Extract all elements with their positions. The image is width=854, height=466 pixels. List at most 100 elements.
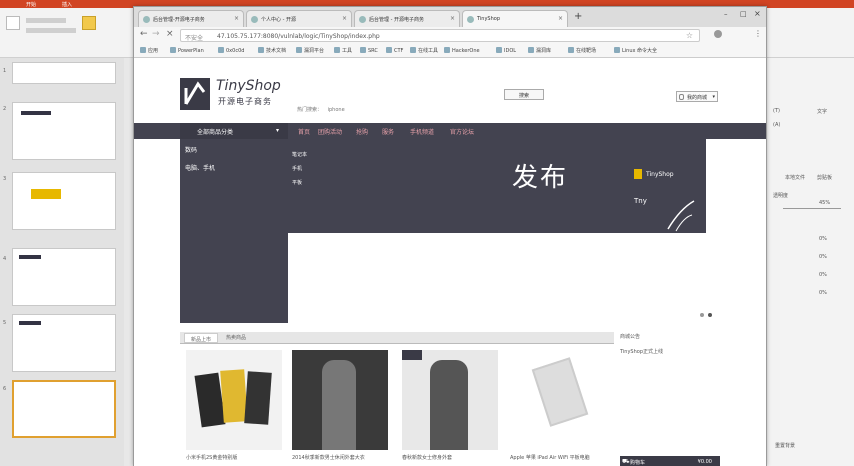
bookmark-item[interactable]: 技术文档 (258, 47, 286, 54)
search-button[interactable]: 搜索 (504, 89, 544, 100)
shop-page: TinyShop 开源电子商务 热门搜索： iphone 搜索 我的商城 ▾ 全… (134, 58, 766, 466)
tab-hot-sales[interactable]: 热卖商品 (220, 334, 252, 341)
close-icon[interactable]: × (450, 15, 455, 22)
browser-tab[interactable]: 后台管理 - 开源电子商务 × (354, 10, 460, 27)
ribbon-font-group[interactable] (26, 18, 66, 23)
bookmark-item[interactable]: 漏洞库 (528, 47, 551, 54)
close-icon[interactable]: × (234, 15, 239, 22)
slide-thumbnail-6[interactable] (12, 380, 116, 438)
nav-group-buy[interactable]: 团购活动 (318, 127, 342, 136)
offset-value[interactable]: 0% (819, 236, 827, 242)
slide-thumbnail-4[interactable] (12, 248, 116, 306)
logo-name[interactable]: TinyShop (216, 78, 281, 94)
bookmark-item[interactable]: CTF (386, 47, 403, 54)
bookmark-item[interactable]: 在线工具 (410, 47, 438, 54)
product-caption[interactable]: 2014秋季新款男士休闲外套大衣 (292, 454, 388, 461)
hot-search-term[interactable]: iphone (328, 107, 345, 113)
bookmark-item[interactable]: SRC (360, 47, 378, 54)
banner-brand: TinyShop (646, 171, 674, 178)
slide-thumbnail-2[interactable] (12, 102, 116, 160)
bookmark-star-icon[interactable]: ☆ (686, 31, 693, 40)
product-image[interactable] (402, 350, 498, 450)
nav-phone-channel[interactable]: 手机频道 (410, 127, 434, 136)
browser-tab-active[interactable]: TinyShop × (462, 10, 568, 27)
slider-dot[interactable] (700, 313, 704, 317)
not-secure-label[interactable]: 不安全 (185, 33, 203, 42)
maximize-icon[interactable]: □ (740, 10, 747, 18)
offset-value[interactable]: 0% (819, 272, 827, 278)
cart-bar[interactable]: ⛟ 购物车 ¥0.00 (620, 456, 720, 466)
bookmark-item[interactable]: Linux 命令大全 (614, 47, 657, 54)
product-card[interactable]: 小米手机2S黄金特别版 (186, 350, 282, 461)
ppt-tab-insert[interactable]: 插入 (62, 1, 72, 8)
paste-icon[interactable] (6, 16, 20, 30)
local-file-button[interactable]: 本地文件 (785, 174, 805, 181)
nav-forum[interactable]: 官方论坛 (450, 127, 474, 136)
url-input[interactable]: 不安全 47.105.75.177:8080/vulnlab/logic/Tin… (180, 29, 700, 42)
nav-home[interactable]: 首页 (298, 127, 310, 136)
offset-value[interactable]: 0% (819, 290, 827, 296)
bookmark-item[interactable]: PowerPlan (170, 47, 204, 54)
ribbon-paragraph-group[interactable] (26, 28, 76, 33)
product-caption[interactable]: Apple 苹果 iPad Air WiFi 平板电脑 (510, 454, 606, 461)
sub-category-item[interactable]: 平板 (292, 179, 302, 186)
bookmark-item[interactable]: 应用 (140, 47, 158, 54)
bookmark-item[interactable]: HackerOne (444, 47, 480, 54)
sub-category-item[interactable]: 笔记本 (292, 151, 307, 158)
product-image[interactable] (510, 350, 606, 450)
tab-favicon-icon (467, 16, 474, 23)
product-caption[interactable]: 小米手机2S黄金特别版 (186, 454, 282, 461)
slide-thumbnail-panel[interactable]: 1 2 3 4 5 6 (0, 58, 124, 466)
bookmark-item[interactable]: IDOL (496, 47, 516, 54)
user-menu-button[interactable]: 我的商城 ▾ (676, 91, 718, 102)
product-card[interactable]: 2014秋季新款男士休闲外套大衣 (292, 350, 388, 461)
reset-background-button[interactable]: 重置背景 (775, 442, 795, 449)
category-item[interactable]: 电脑、手机 (185, 163, 215, 172)
category-item[interactable]: 数码 (185, 145, 197, 154)
close-icon[interactable]: × (558, 15, 563, 22)
product-card[interactable]: 春秋新款女士修身外套 (402, 350, 498, 461)
offset-value[interactable]: 0% (819, 254, 827, 260)
forward-icon[interactable]: → (152, 29, 160, 39)
transparency-value[interactable]: 45% (819, 200, 830, 206)
hero-banner[interactable]: 笔记本 手机 平板 发布 TinyShop Tny (288, 139, 706, 233)
notice-item[interactable]: TinyShop正式上线 (620, 348, 663, 355)
bookmark-item[interactable]: 在线靶场 (568, 47, 596, 54)
clipboard-button[interactable]: 剪贴板 (817, 174, 832, 181)
ppt-ribbon-controls[interactable] (6, 14, 126, 54)
product-image[interactable] (292, 350, 388, 450)
tab-new-arrivals[interactable]: 新品上市 (184, 333, 219, 343)
bookmarks-bar: 应用 PowerPlan 0x0c0d 技术文档 漏洞平台 工具 SRC CTF… (134, 44, 766, 58)
menu-icon[interactable]: ⋮ (754, 29, 762, 38)
phone-shape (220, 369, 248, 423)
stop-icon[interactable]: × (166, 29, 174, 39)
sub-category-item[interactable]: 手机 (292, 165, 302, 172)
profile-icon[interactable] (714, 30, 722, 38)
nav-flash-sale[interactable]: 抢购 (356, 127, 368, 136)
bookmark-item[interactable]: 漏洞平台 (296, 47, 324, 54)
slide-thumbnail-5[interactable] (12, 314, 116, 372)
slide-thumbnail-3[interactable] (12, 172, 116, 230)
bookmark-item[interactable]: 工具 (334, 47, 352, 54)
close-icon[interactable]: × (342, 15, 347, 22)
ppt-tab-home[interactable]: 开始 (26, 1, 36, 8)
product-caption[interactable]: 春秋新款女士修身外套 (402, 454, 498, 461)
new-tab-button[interactable]: + (574, 11, 582, 22)
back-icon[interactable]: ← (140, 29, 148, 39)
browser-tab[interactable]: 个人中心 - 开源 × (246, 10, 352, 27)
transparency-slider[interactable] (783, 208, 841, 209)
new-slide-icon[interactable] (82, 16, 96, 30)
bookmark-item[interactable]: 0x0c0d (218, 47, 244, 54)
minimize-icon[interactable]: – (724, 10, 728, 18)
nav-service[interactable]: 服务 (382, 127, 394, 136)
banner-small-text: Tny (634, 197, 647, 205)
browser-tab[interactable]: 后台管理-开源电子商务 × (138, 10, 244, 27)
slider-dot[interactable] (708, 313, 712, 317)
close-window-icon[interactable]: × (754, 9, 761, 18)
format-background-panel[interactable]: (T) (A) 文字 本地文件 剪贴板 透明度 45% 0% 0% 0% 0% … (766, 58, 854, 466)
product-image[interactable] (186, 350, 282, 450)
product-card[interactable]: Apple 苹果 iPad Air WiFi 平板电脑 (510, 350, 606, 461)
tinyshop-logo-icon[interactable] (180, 78, 210, 110)
category-menu-button[interactable]: 全部商品分类 ▾ (180, 123, 288, 139)
slide-thumbnail-1[interactable] (12, 62, 116, 84)
